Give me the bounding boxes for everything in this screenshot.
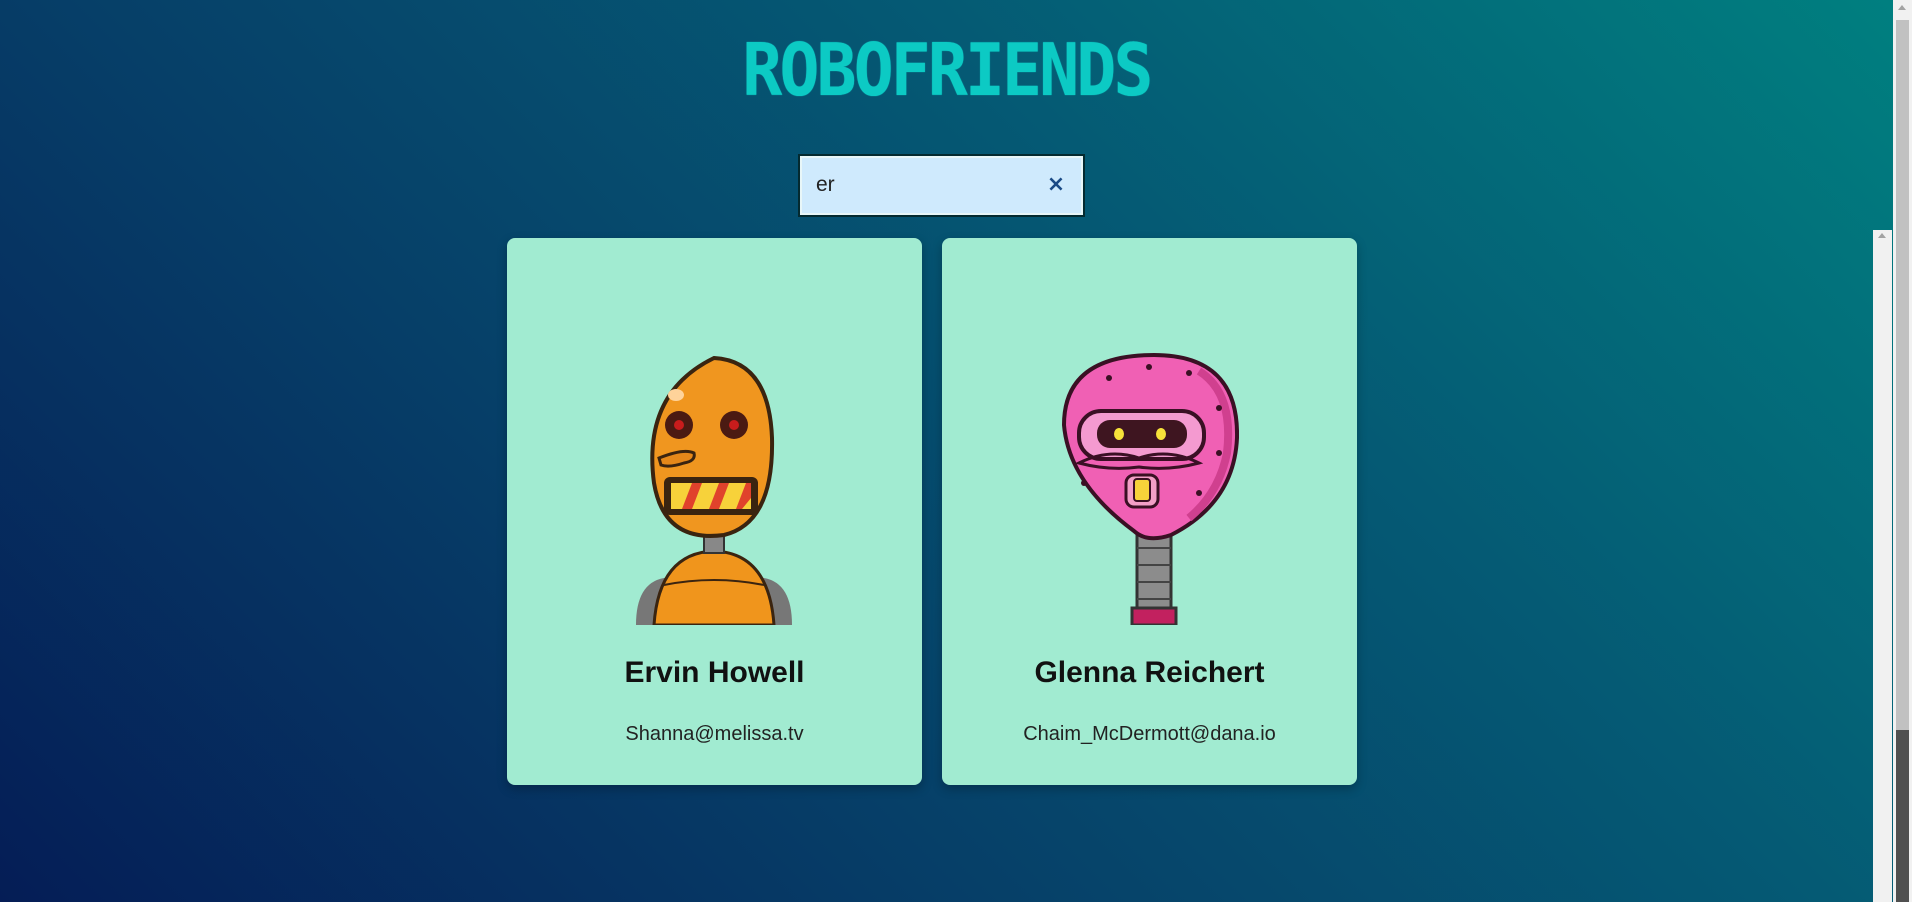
page: ROBOFRIENDS × — [0, 0, 1893, 902]
page-scrollbar-thumb[interactable] — [1896, 20, 1909, 760]
search-box[interactable]: × — [798, 154, 1085, 217]
robot-card[interactable]: Ervin Howell Shanna@melissa.tv — [507, 238, 922, 785]
robot-email: Chaim_McDermott@dana.io — [1023, 723, 1276, 745]
card-list-scrollbar[interactable] — [1873, 230, 1892, 902]
clear-search-icon[interactable]: × — [1045, 174, 1067, 196]
robot-name: Ervin Howell — [624, 656, 805, 689]
search-input[interactable] — [814, 168, 1024, 202]
page-scrollbar[interactable] — [1893, 0, 1912, 902]
robot-name: Glenna Reichert — [1034, 656, 1265, 689]
robot-avatar-image — [636, 355, 792, 625]
robot-avatar-image — [1061, 353, 1239, 625]
page-scrollbar-track-end — [1896, 730, 1909, 902]
app-title: ROBOFRIENDS — [742, 28, 1153, 112]
page-scroll-up-arrow-icon[interactable] — [1898, 5, 1906, 10]
robot-email: Shanna@melissa.tv — [625, 723, 804, 745]
robot-card[interactable]: Glenna Reichert Chaim_McDermott@dana.io — [942, 238, 1357, 785]
scroll-up-arrow-icon[interactable] — [1878, 233, 1886, 238]
